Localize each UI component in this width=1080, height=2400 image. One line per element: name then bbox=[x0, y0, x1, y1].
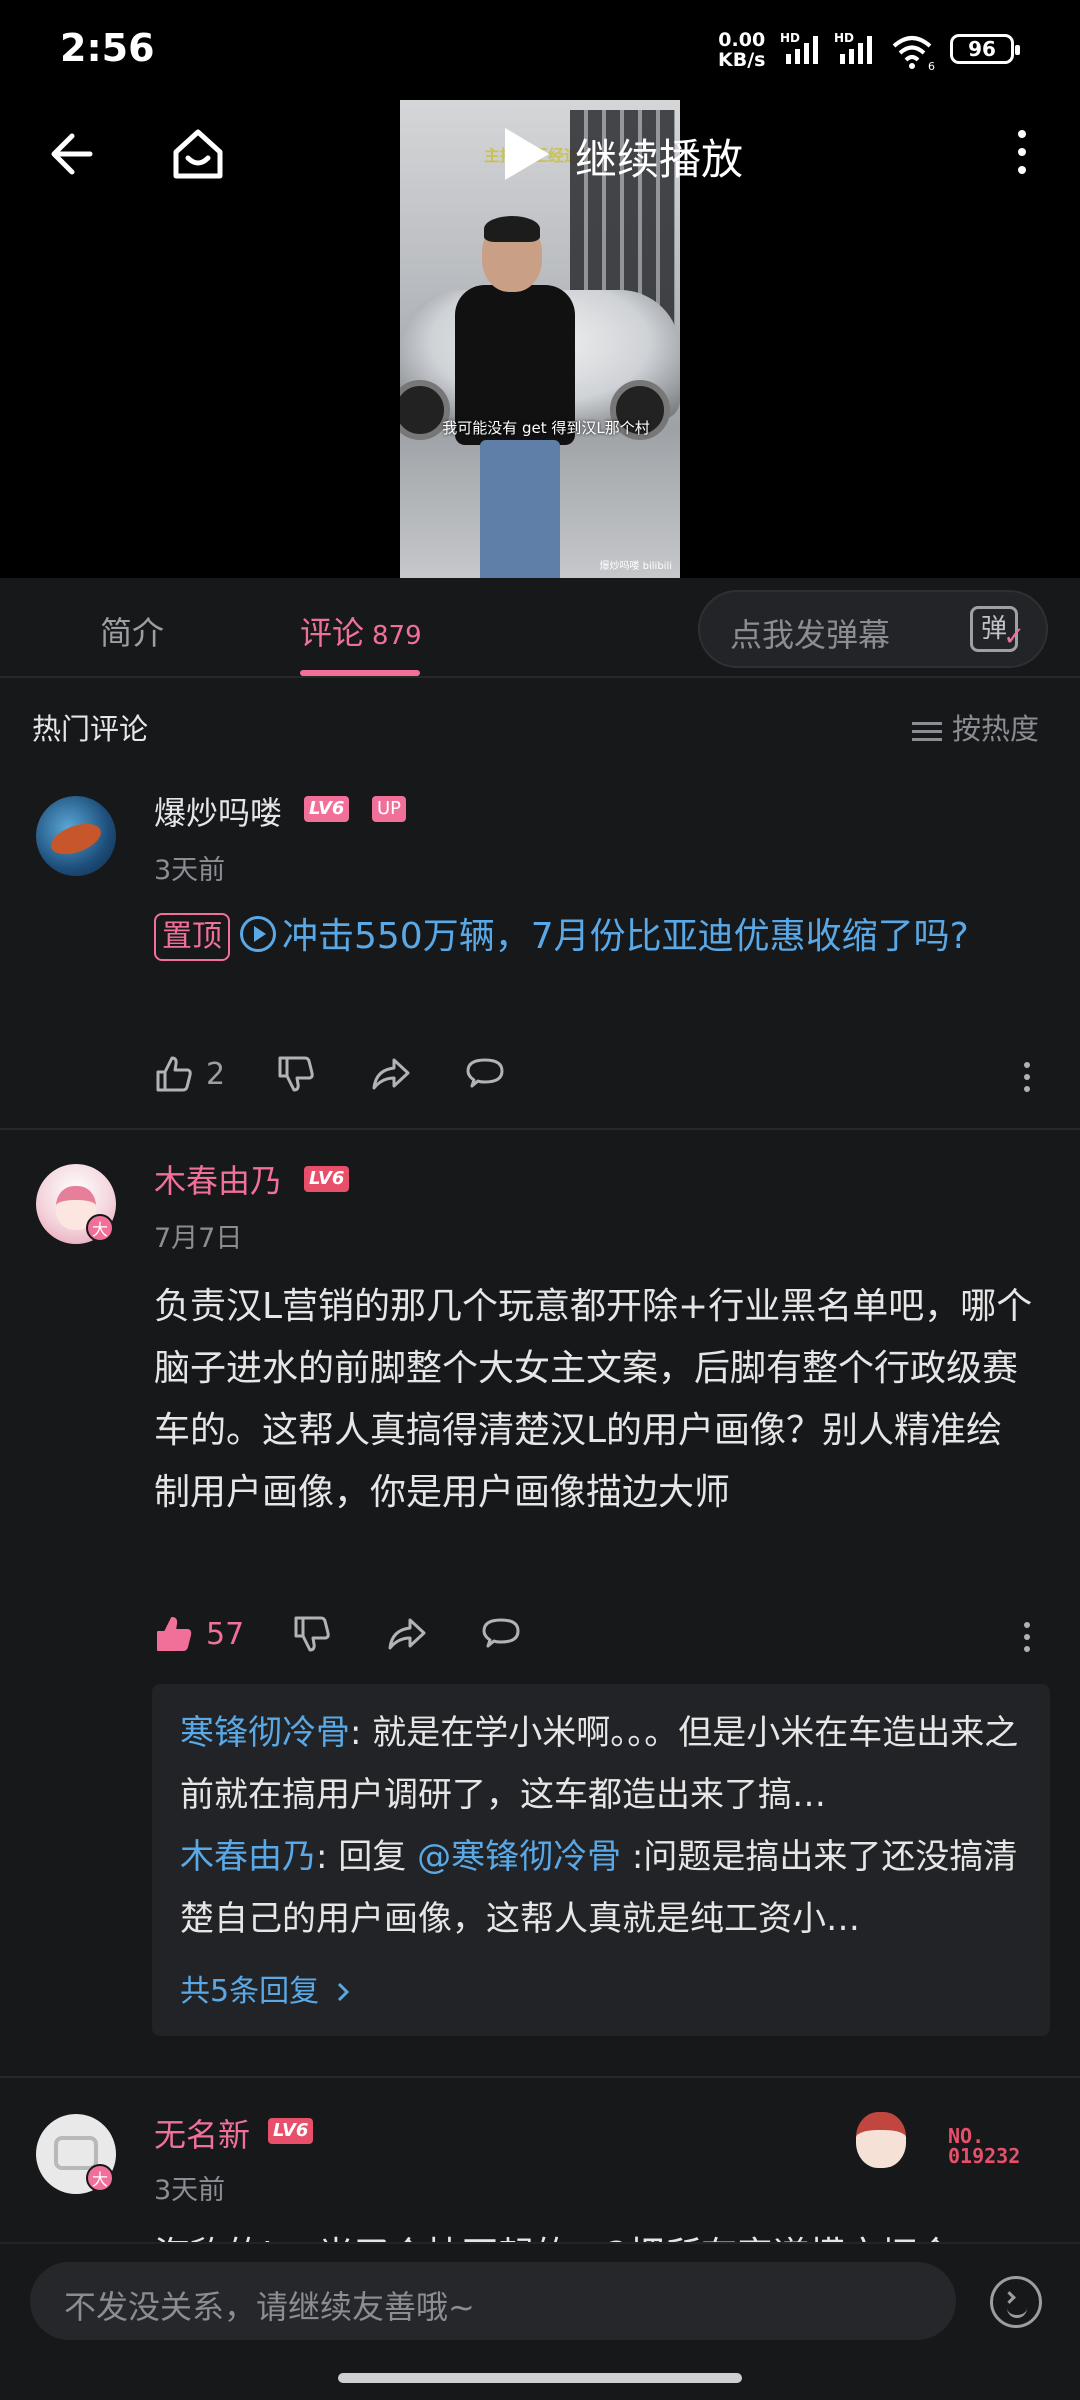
thumbs-down-icon bbox=[294, 1616, 330, 1652]
level-badge: LV6 bbox=[304, 1166, 350, 1192]
reply-username[interactable]: 寒锋彻冷骨 bbox=[180, 1713, 350, 1753]
wifi-icon: 6 bbox=[892, 36, 935, 72]
comment-bubble-icon bbox=[466, 1058, 504, 1088]
reply-separator: : bbox=[350, 1713, 373, 1753]
reply-item[interactable]: 寒锋彻冷骨: 就是在学小米啊。。。但是小米在车造出来之前就在搞用户调研了，这车都… bbox=[180, 1702, 1030, 1826]
video-watermark: 爆炒吗喽 bilibili bbox=[599, 561, 672, 572]
fan-number-value: 019232 bbox=[948, 2144, 1021, 2168]
reply-item[interactable]: 木春由乃: 回复 @寒锋彻冷骨 :问题是搞出来了还没搞清楚自己的用户画像，这帮人… bbox=[180, 1826, 1030, 1950]
like-count: 2 bbox=[206, 1056, 226, 1092]
home-indicator bbox=[338, 2373, 742, 2383]
video-link-icon bbox=[240, 916, 276, 952]
up-badge: UP bbox=[372, 796, 407, 822]
fan-number-label: NO. bbox=[948, 2124, 985, 2148]
chevron-right-icon bbox=[337, 1982, 349, 2002]
dislike-button[interactable] bbox=[292, 1614, 332, 1654]
svg-text:HD: HD bbox=[834, 32, 854, 45]
reply-button[interactable] bbox=[480, 1614, 522, 1654]
continue-play-button[interactable]: 继续播放 bbox=[575, 126, 743, 187]
play-icon[interactable] bbox=[505, 128, 549, 180]
share-icon bbox=[372, 1058, 410, 1090]
divider bbox=[0, 1128, 1080, 1130]
pinned-comment[interactable]: 置顶 冲击550万辆，7月份比亚迪优惠收缩了吗? bbox=[154, 906, 1034, 968]
comment-date: 3天前 bbox=[154, 2175, 226, 2206]
video-caption: 我可能没有 get 得到汉L那个村 bbox=[442, 419, 650, 437]
fan-number-badge: NO. 019232 bbox=[948, 2126, 1020, 2166]
svg-text:6: 6 bbox=[928, 60, 935, 72]
status-time: 2:56 bbox=[60, 26, 155, 70]
signal-icon: HD bbox=[780, 32, 818, 64]
comment-username[interactable]: 爆炒吗喽 bbox=[154, 788, 282, 834]
reply-separator: : bbox=[316, 1837, 339, 1877]
comment-more-icon[interactable] bbox=[1024, 1062, 1030, 1098]
fan-decoration-avatar bbox=[838, 2102, 928, 2182]
net-speed-unit: KB/s bbox=[718, 49, 766, 71]
home-icon[interactable] bbox=[168, 124, 228, 184]
comment-actions: 57 bbox=[154, 1614, 1054, 1662]
net-speed-value: 0.00 bbox=[718, 29, 766, 51]
like-button[interactable]: 2 bbox=[154, 1054, 225, 1094]
thumbs-up-icon bbox=[157, 1617, 192, 1651]
reply-username[interactable]: 木春由乃 bbox=[180, 1837, 316, 1877]
tab-comments-count: 879 bbox=[372, 621, 422, 651]
like-count: 57 bbox=[206, 1616, 245, 1652]
tab-comments[interactable]: 评论 879 bbox=[300, 608, 422, 654]
battery-indicator: 96 bbox=[950, 34, 1020, 64]
svg-text:HD: HD bbox=[780, 32, 800, 45]
dislike-button[interactable] bbox=[276, 1054, 316, 1094]
reply-word: 回复 bbox=[338, 1837, 418, 1877]
tab-intro[interactable]: 简介 bbox=[100, 608, 164, 654]
danmaku-placeholder: 点我发弹幕 bbox=[730, 616, 891, 654]
thumbs-up-icon bbox=[156, 1056, 192, 1092]
thumbs-down-icon bbox=[278, 1056, 314, 1092]
divider bbox=[0, 2076, 1080, 2078]
share-button[interactable] bbox=[370, 1054, 412, 1094]
emoji-icon[interactable] bbox=[990, 2276, 1042, 2328]
comment-input-placeholder: 不发没关系，请继续友善哦~ bbox=[64, 2288, 475, 2326]
level-badge: LV6 bbox=[268, 2118, 314, 2144]
pinned-badge: 置顶 bbox=[154, 913, 230, 961]
share-button[interactable] bbox=[386, 1614, 428, 1654]
reply-button[interactable] bbox=[464, 1054, 506, 1094]
presenter-legs bbox=[480, 440, 560, 578]
reply-mention[interactable]: @寒锋彻冷骨 bbox=[417, 1837, 621, 1877]
tab-indicator bbox=[300, 670, 420, 676]
section-title: 热门评论 bbox=[32, 712, 149, 746]
more-options-icon[interactable] bbox=[1018, 130, 1026, 184]
comment-bubble-icon bbox=[482, 1618, 520, 1648]
comment-actions: 2 bbox=[154, 1054, 1054, 1102]
comment-username[interactable]: 无名新 bbox=[154, 2110, 250, 2156]
signal-icon-2: HD bbox=[834, 32, 872, 64]
comment-date: 7月7日 bbox=[154, 1223, 243, 1254]
status-bar: 2:56 0.00 KB/s HD HD 6 96 bbox=[0, 0, 1080, 100]
view-more-replies-link[interactable]: 共5条回复 bbox=[180, 1966, 353, 2010]
tab-comments-label: 评论 bbox=[300, 614, 365, 652]
comment-more-icon[interactable] bbox=[1024, 1622, 1030, 1658]
presenter-hair bbox=[484, 216, 540, 242]
danmaku-icon[interactable]: 弹 ✓ bbox=[970, 606, 1025, 652]
comment-username[interactable]: 木春由乃 bbox=[154, 1156, 282, 1202]
back-arrow-icon[interactable] bbox=[46, 124, 106, 184]
big-member-badge: 大 bbox=[86, 2164, 114, 2192]
replies-box[interactable]: 寒锋彻冷骨: 就是在学小米啊。。。但是小米在车造出来之前就在搞用户调研了，这车都… bbox=[152, 1684, 1050, 2036]
like-button[interactable]: 57 bbox=[154, 1614, 244, 1654]
network-speed: 0.00 KB/s bbox=[718, 30, 765, 70]
level-badge: LV6 bbox=[304, 796, 350, 822]
comment-text: 负责汉L营销的那几个玩意都开除+行业黑名单吧，哪个脑子进水的前脚整个大女主文案，… bbox=[154, 1286, 1033, 1513]
comment-input[interactable]: 不发没关系，请继续友善哦~ bbox=[30, 2262, 956, 2340]
sort-button[interactable]: 按热度 bbox=[912, 706, 1039, 748]
share-icon bbox=[388, 1618, 426, 1650]
avatar[interactable] bbox=[36, 796, 116, 876]
pinned-link-text[interactable]: 冲击550万辆，7月份比亚迪优惠收缩了吗? bbox=[282, 916, 969, 957]
comment-date: 3天前 bbox=[154, 855, 226, 886]
big-member-badge: 大 bbox=[86, 1214, 114, 1242]
sort-icon bbox=[912, 717, 942, 746]
danmaku-input[interactable]: 点我发弹幕 弹 ✓ bbox=[698, 590, 1048, 668]
